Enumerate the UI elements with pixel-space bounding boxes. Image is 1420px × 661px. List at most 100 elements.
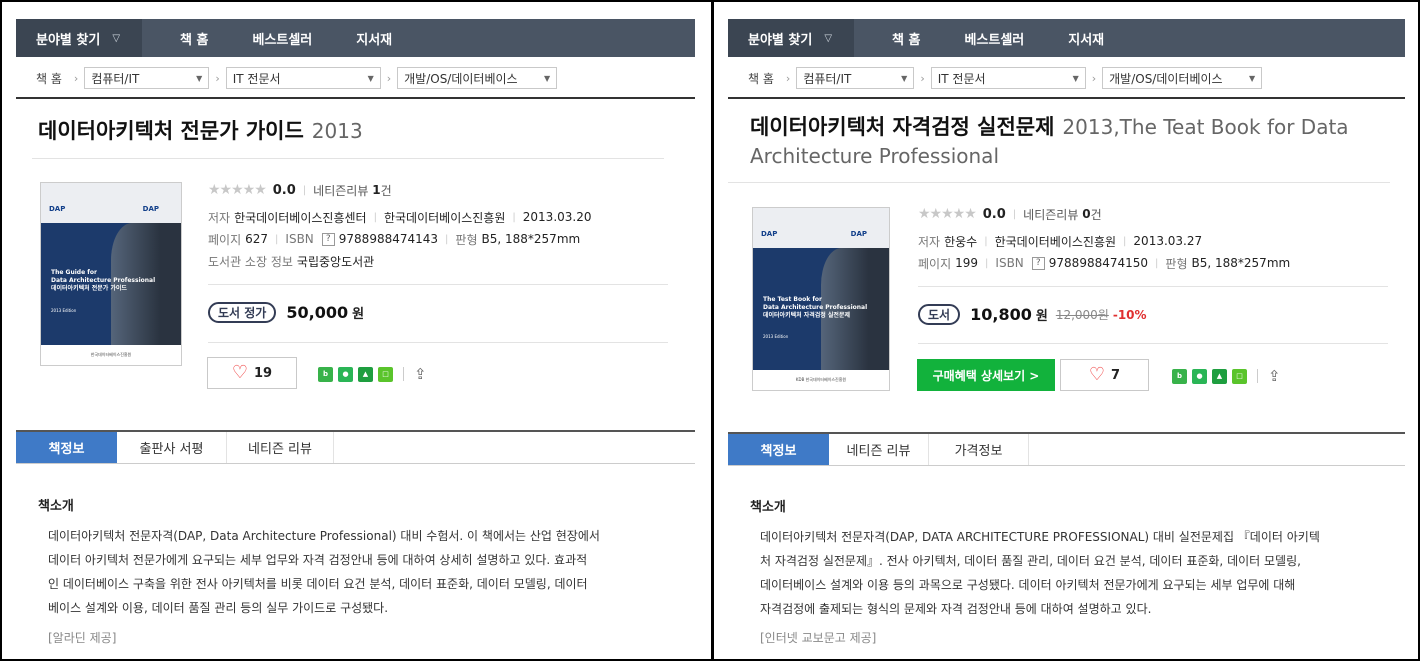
intro-heading: 책소개 xyxy=(38,499,74,514)
pages-row: 페이지 627 | ISBN ? 9788988474143 | 판형 B5, … xyxy=(208,228,592,250)
bookmark-icon[interactable]: ▲ xyxy=(358,366,373,382)
author[interactable]: 한웅수 xyxy=(944,233,977,250)
breadcrumb-separator-icon: › xyxy=(73,71,79,85)
pages-label: 페이지 xyxy=(918,256,952,271)
dropdown-arrow-icon: ▼ xyxy=(1248,73,1256,83)
meta-separator: | xyxy=(1155,257,1159,269)
cover-edition: 2013 Edition xyxy=(51,308,77,313)
breadcrumb: 책 홈 › 컴퓨터/IT ▼ › IT 전문서 ▼ › 개발/OS/데이터베이스… xyxy=(748,66,1263,90)
intro-body: 데이터아키텍처 전문자격(DAP, DATA ARCHITECTURE PROF… xyxy=(760,525,1320,621)
breadcrumb-separator-icon: › xyxy=(785,71,791,85)
price-unit: 원 xyxy=(1035,309,1048,324)
page-title: 데이터아키텍처 자격검정 실전문제 2013,The Teat Book for … xyxy=(750,113,1390,171)
tab-book-info[interactable]: 책정보 xyxy=(728,434,829,465)
isbn-label: ISBN xyxy=(285,232,314,246)
breadcrumb-select-1-value: 컴퓨터/IT xyxy=(803,71,852,86)
meta-separator: | xyxy=(1123,235,1127,247)
review-count[interactable]: 1 xyxy=(372,183,380,197)
cover-title-line: The Test Book for xyxy=(763,296,823,303)
cover-title: The Test Book for Data Architecture Prof… xyxy=(763,296,867,320)
review-count[interactable]: 0 xyxy=(1082,207,1090,221)
meta-divider xyxy=(208,284,668,285)
nav-bestseller[interactable]: 베스트셀러 xyxy=(230,29,334,48)
note-icon[interactable]: □ xyxy=(378,366,393,382)
cover-ko-title: 데이터아키텍처 전문가 가이드 xyxy=(51,285,127,292)
pages-row: 페이지 199 | ISBN ? 9788988474150 | 판형 B5, … xyxy=(918,252,1290,274)
isbn-help-icon[interactable]: ? xyxy=(1031,256,1045,270)
breadcrumb: 책 홈 › 컴퓨터/IT ▼ › IT 전문서 ▼ › 개발/OS/데이터베이스… xyxy=(36,66,558,90)
intro-line: 인 데이터베이스 구축을 위한 전사 아키텍처를 비롯 데이터 요건 분석, 데… xyxy=(48,577,588,591)
tab-book-info[interactable]: 책정보 xyxy=(16,432,117,463)
cover-publisher: KDB 한국데이터베이스진흥원 xyxy=(753,370,889,390)
band-icon[interactable]: ● xyxy=(1192,368,1207,384)
review-label[interactable]: 네티즌리뷰 xyxy=(1023,206,1078,223)
library[interactable]: 국립중앙도서관 xyxy=(297,253,374,270)
meta-separator: | xyxy=(984,235,988,247)
like-button[interactable]: ♡ 7 xyxy=(1060,359,1149,391)
review-label[interactable]: 네티즌리뷰 xyxy=(313,182,368,199)
breadcrumb-select-1[interactable]: 컴퓨터/IT ▼ xyxy=(84,67,210,89)
share-icon[interactable]: ⇪ xyxy=(1268,367,1281,385)
top-nav: 분야별 찾기 ▽ 책 홈 베스트셀러 지서재 xyxy=(728,19,1405,57)
book-cover[interactable]: DAP DAP The Test Book for Data Architect… xyxy=(752,207,890,391)
cover-ko-title: 데이터아키텍처 자격검정 실전문제 xyxy=(763,312,850,319)
library-row: 도서관 소장 정보 국립중앙도서관 xyxy=(208,250,592,272)
author[interactable]: 한국데이터베이스진흥센터 xyxy=(234,209,366,226)
breadcrumb-select-2[interactable]: IT 전문서 ▼ xyxy=(225,67,381,89)
format: B5, 188*257mm xyxy=(1191,256,1291,270)
tab-netizen-review[interactable]: 네티즌 리뷰 xyxy=(829,434,929,465)
original-price: 12,000원 xyxy=(1055,308,1109,322)
cover-title-line: The Guide for xyxy=(51,269,97,276)
like-button[interactable]: ♡ 19 xyxy=(207,357,297,389)
share-icons: b ● ▲ □ ⇪ xyxy=(318,365,427,383)
breadcrumb-select-1-value: 컴퓨터/IT xyxy=(91,71,140,86)
breadcrumb-home[interactable]: 책 홈 xyxy=(36,70,62,87)
price-badge: 도서 xyxy=(918,304,961,325)
book-title: 데이터아키텍처 자격검정 실전문제 xyxy=(750,115,1055,139)
share-icon[interactable]: ⇪ xyxy=(414,365,427,383)
category-finder-button[interactable]: 분야별 찾기 ▽ xyxy=(728,19,854,57)
bookmark-icon[interactable]: ▲ xyxy=(1212,368,1227,384)
breadcrumb-select-1[interactable]: 컴퓨터/IT ▼ xyxy=(796,67,915,89)
author-label: 저자 xyxy=(918,234,941,249)
meta-separator: | xyxy=(512,211,516,223)
publisher[interactable]: 한국데이터베이스진흥원 xyxy=(384,209,505,226)
purchase-benefit-button[interactable]: 구매혜택 상세보기 > xyxy=(917,359,1055,391)
breadcrumb-select-2[interactable]: IT 전문서 ▼ xyxy=(930,67,1086,89)
price-row: 도서 10,800 원 12,000원 -10% xyxy=(918,304,1147,325)
blog-icon[interactable]: b xyxy=(318,366,333,382)
isbn-help-icon[interactable]: ? xyxy=(321,232,335,246)
nav-book-home[interactable]: 책 홈 xyxy=(870,29,942,48)
category-finder-button[interactable]: 분야별 찾기 ▽ xyxy=(16,19,142,57)
breadcrumb-select-3[interactable]: 개발/OS/데이터베이스 ▼ xyxy=(1102,67,1263,89)
price-row: 도서 정가 50,000 원 xyxy=(208,302,364,323)
tab-netizen-review[interactable]: 네티즌 리뷰 xyxy=(227,432,334,463)
cover-series-logo-right: DAP xyxy=(850,230,867,238)
note-icon[interactable]: □ xyxy=(1232,368,1247,384)
share-separator xyxy=(1257,369,1258,383)
breadcrumb-separator-icon: › xyxy=(386,71,392,85)
isbn: 9788988474150 xyxy=(1048,256,1149,270)
band-icon[interactable]: ● xyxy=(338,366,353,382)
tab-price-info[interactable]: 가격정보 xyxy=(929,434,1029,465)
rating-row: ★★★★★ 0.0 | 네티즌리뷰 1건 xyxy=(208,179,592,201)
tab-publisher-review[interactable]: 출판사 서평 xyxy=(117,432,227,463)
intro-source: [인터넷 교보문고 제공] xyxy=(760,631,877,645)
intro-body: 데이터아키텍처 전문자격(DAP, Data Architecture Prof… xyxy=(48,524,600,620)
blog-icon[interactable]: b xyxy=(1172,368,1187,384)
book-subtitle: 2013 xyxy=(311,119,363,143)
nav-my-library[interactable]: 지서재 xyxy=(334,29,414,48)
info-tabs: 책정보 네티즌 리뷰 가격정보 xyxy=(728,432,1405,466)
breadcrumb-home[interactable]: 책 홈 xyxy=(748,70,774,87)
nav-book-home[interactable]: 책 홈 xyxy=(158,29,230,48)
nav-my-library[interactable]: 지서재 xyxy=(1046,29,1126,48)
pages-label: 페이지 xyxy=(208,232,242,247)
breadcrumb-select-3[interactable]: 개발/OS/데이터베이스 ▼ xyxy=(397,67,558,89)
book-cover[interactable]: DAP DAP The Guide for Data Architecture … xyxy=(40,182,182,366)
publisher[interactable]: 한국데이터베이스진흥원 xyxy=(995,233,1116,250)
category-finder-label: 분야별 찾기 xyxy=(36,32,101,48)
left-book-page: 분야별 찾기 ▽ 책 홈 베스트셀러 지서재 책 홈 › 컴퓨터/IT ▼ › … xyxy=(2,2,711,659)
dropdown-arrow-icon: ▼ xyxy=(196,73,203,83)
breadcrumb-select-3-value: 개발/OS/데이터베이스 xyxy=(1109,71,1223,86)
nav-bestseller[interactable]: 베스트셀러 xyxy=(942,29,1046,48)
